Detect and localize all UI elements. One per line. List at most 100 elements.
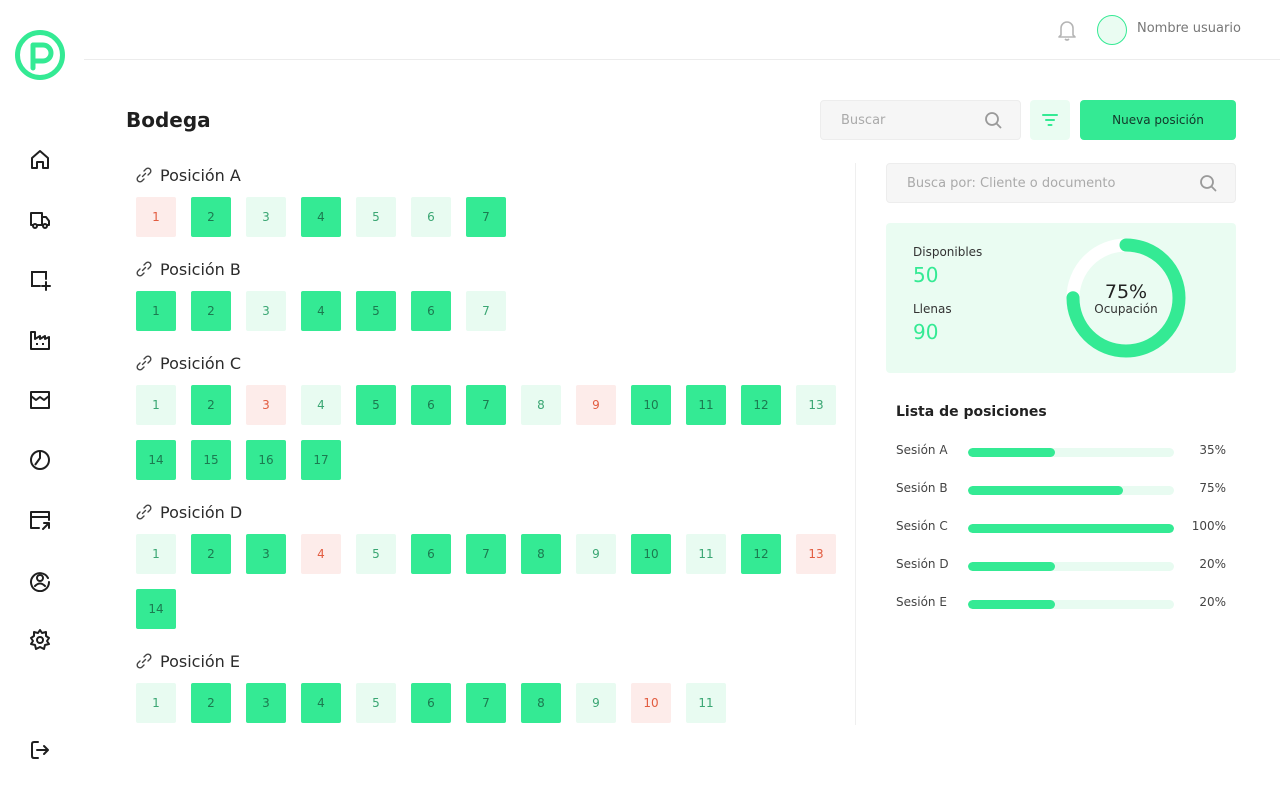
slot-light[interactable]: 8 [521,385,561,425]
slot-full[interactable]: 2 [191,683,231,723]
search-box [820,100,1021,140]
export-icon[interactable] [28,508,52,532]
truck-icon[interactable] [28,208,52,232]
slot-full[interactable]: 6 [411,683,451,723]
bell-icon[interactable] [1056,18,1078,42]
new-position-button[interactable]: Nueva posición [1080,100,1236,140]
progress-fill [968,600,1055,609]
slot-full[interactable]: 12 [741,534,781,574]
client-search-box [886,163,1236,203]
slot-full[interactable]: 6 [411,291,451,331]
slot-light[interactable]: 9 [576,683,616,723]
slot-full[interactable]: 8 [521,534,561,574]
add-screen-icon[interactable] [28,268,52,292]
edit-link-icon[interactable] [136,355,152,371]
occupancy-label: Ocupación [1094,302,1158,316]
slot-light[interactable]: 5 [356,197,396,237]
edit-link-icon[interactable] [136,261,152,277]
app-logo[interactable] [15,30,65,80]
slot-full[interactable]: 7 [466,197,506,237]
slot-light[interactable]: 7 [466,291,506,331]
list-item[interactable]: Sesión E 20% [896,593,1226,613]
slot-light[interactable]: 9 [576,534,616,574]
chart-pie-icon[interactable] [28,448,52,472]
slot-full[interactable]: 2 [191,385,231,425]
slot-red[interactable]: 1 [136,197,176,237]
slot-full[interactable]: 10 [631,385,671,425]
position-group-title: Posición A [136,165,241,185]
slot-full[interactable]: 4 [301,197,341,237]
search-icon[interactable] [984,111,1002,129]
slot-light[interactable]: 5 [356,683,396,723]
home-icon[interactable] [28,148,52,172]
session-label: Sesión A [896,443,948,457]
slot-full[interactable]: 7 [466,683,506,723]
list-item[interactable]: Sesión B 75% [896,479,1226,499]
slot-light[interactable]: 11 [686,683,726,723]
occupancy-card: Disponibles 50 Llenas 90 75% Ocupación [886,223,1236,373]
slot-full[interactable]: 3 [246,683,286,723]
slot-red[interactable]: 9 [576,385,616,425]
slot-red[interactable]: 13 [796,534,836,574]
factory-icon[interactable] [28,328,52,352]
user-circle-icon[interactable] [28,568,52,593]
slot-light[interactable]: 3 [246,197,286,237]
slot-full[interactable]: 4 [301,291,341,331]
search-icon[interactable] [1199,174,1217,192]
slot-full[interactable]: 17 [301,440,341,480]
progress-fill [968,562,1055,571]
slot-light[interactable]: 5 [356,534,396,574]
slot-red[interactable]: 3 [246,385,286,425]
slot-full[interactable]: 4 [301,683,341,723]
slot-full[interactable]: 10 [631,534,671,574]
slot-full[interactable]: 2 [191,291,231,331]
slot-full[interactable]: 6 [411,534,451,574]
llenas-value: 90 [913,320,939,344]
username[interactable]: Nombre usuario [1137,21,1241,36]
slot-light[interactable]: 1 [136,534,176,574]
list-item[interactable]: Sesión D 20% [896,555,1226,575]
slot-full[interactable]: 2 [191,534,231,574]
slot-full[interactable]: 16 [246,440,286,480]
slot-full[interactable]: 11 [686,385,726,425]
slot-full[interactable]: 3 [246,534,286,574]
avatar[interactable] [1097,15,1127,45]
slot-full[interactable]: 6 [411,385,451,425]
slot-light[interactable]: 6 [411,197,451,237]
slot-light[interactable]: 1 [136,683,176,723]
position-slots: 1234567 [136,197,846,237]
slot-red[interactable]: 4 [301,534,341,574]
logout-icon[interactable] [28,738,52,762]
edit-link-icon[interactable] [136,167,152,183]
slot-full[interactable]: 14 [136,589,176,629]
slot-full[interactable]: 1 [136,291,176,331]
filter-button[interactable] [1030,100,1070,140]
slot-full[interactable]: 7 [466,534,506,574]
slot-light[interactable]: 11 [686,534,726,574]
slot-light[interactable]: 3 [246,291,286,331]
session-label: Sesión D [896,557,949,571]
slot-full[interactable]: 14 [136,440,176,480]
settings-icon[interactable] [28,628,52,652]
list-item[interactable]: Sesión C 100% [896,517,1226,537]
client-search-input[interactable] [887,164,1187,202]
slot-full[interactable]: 5 [356,385,396,425]
slot-full[interactable]: 7 [466,385,506,425]
position-slots: 1 2 3 4 5 6 7 8 9 10 11 12 13 14 15 16 17 [136,385,846,480]
slot-full[interactable]: 2 [191,197,231,237]
slot-full[interactable]: 12 [741,385,781,425]
slot-light[interactable]: 13 [796,385,836,425]
edit-link-icon[interactable] [136,504,152,520]
search-input[interactable] [821,101,981,139]
session-percent: 100% [1191,519,1226,533]
inbox-icon[interactable] [28,388,52,412]
slot-light[interactable]: 4 [301,385,341,425]
slot-red[interactable]: 10 [631,683,671,723]
position-slots: 1 2 3 4 5 6 7 8 9 10 11 12 13 14 [136,534,846,629]
slot-full[interactable]: 5 [356,291,396,331]
slot-light[interactable]: 1 [136,385,176,425]
edit-link-icon[interactable] [136,653,152,669]
slot-full[interactable]: 15 [191,440,231,480]
list-item[interactable]: Sesión A 35% [896,441,1226,461]
slot-full[interactable]: 8 [521,683,561,723]
